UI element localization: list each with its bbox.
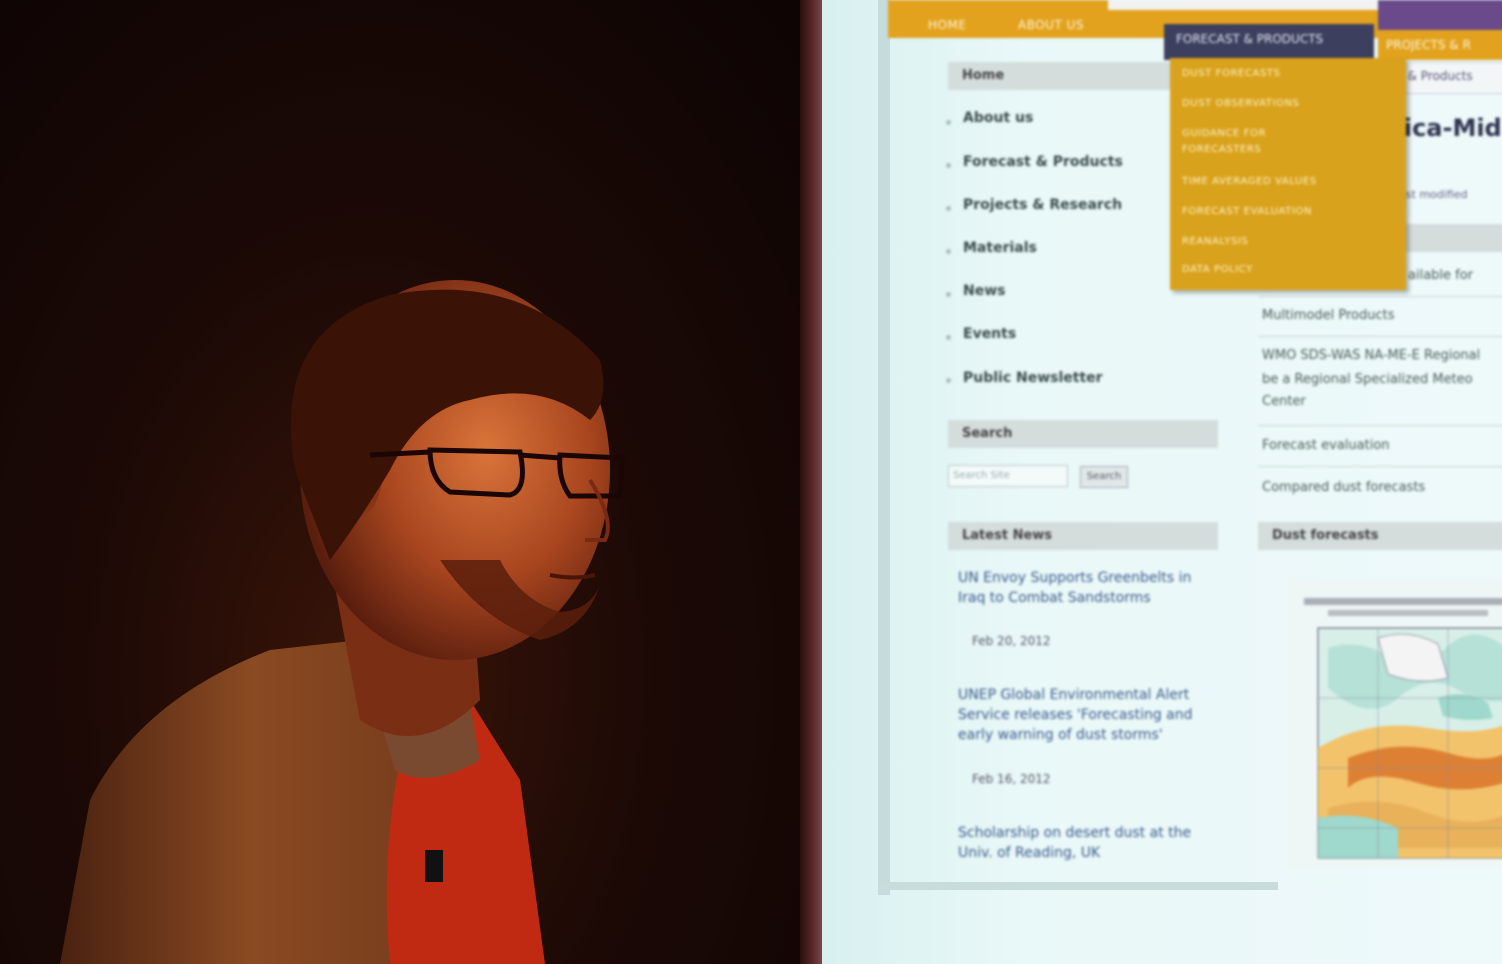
search-input[interactable]: Search Site xyxy=(948,465,1068,487)
forecast-products-dropdown: DUST FORECASTS DUST OBSERVATIONS GUIDANC… xyxy=(1170,58,1406,290)
menu-item-guidance[interactable]: GUIDANCE FOR xyxy=(1182,128,1266,139)
dust-forecasts-bar: Dust forecasts xyxy=(1258,522,1502,550)
multimodel-link[interactable]: Multimodel Products xyxy=(1262,308,1395,323)
bullet xyxy=(946,163,951,168)
news-link[interactable]: Scholarship on desert dust at the Univ. … xyxy=(958,823,1208,863)
bullet xyxy=(946,120,951,125)
nav-forecast-products[interactable]: FORECAST & PRODUCTS xyxy=(1164,24,1374,60)
nav-home[interactable]: HOME xyxy=(928,18,966,32)
divider xyxy=(1258,296,1502,297)
menu-item-dust-observations[interactable]: DUST OBSERVATIONS xyxy=(1182,98,1300,109)
menu-item-dust-forecasts[interactable]: DUST FORECASTS xyxy=(1182,68,1281,79)
sidebar-item-projects[interactable]: Projects & Research xyxy=(963,197,1122,213)
projected-website: HOME ABOUT US FORECAST & PRODUCTS PROJEC… xyxy=(888,0,1502,895)
header-banner xyxy=(1378,0,1502,30)
presenter xyxy=(60,280,625,964)
page-title: rica-Mid xyxy=(1392,114,1502,142)
sds-link[interactable]: WMO SDS-WAS NA-ME-E Regional xyxy=(1262,348,1480,363)
search-header: Search xyxy=(948,420,1218,448)
sidebar-item-forecast[interactable]: Forecast & Products xyxy=(963,154,1123,170)
sidebar-item-about[interactable]: About us xyxy=(963,110,1033,126)
compared-link[interactable]: Compared dust forecasts xyxy=(1262,480,1425,495)
divider xyxy=(1258,336,1502,337)
news-link[interactable]: UN Envoy Supports Greenbelts in Iraq to … xyxy=(958,568,1208,608)
sidebar-item-newsletter[interactable]: Public Newsletter xyxy=(963,370,1103,386)
photo: HOME ABOUT US FORECAST & PRODUCTS PROJEC… xyxy=(0,0,1502,964)
nav-about[interactable]: ABOUT US xyxy=(1018,18,1084,32)
projection-screen: HOME ABOUT US FORECAST & PRODUCTS PROJEC… xyxy=(818,0,1502,964)
sds-text: be a Regional Specialized Meteo xyxy=(1262,372,1473,387)
divider xyxy=(1258,466,1502,467)
latest-news-header: Latest News xyxy=(948,522,1218,550)
sidebar-item-events[interactable]: Events xyxy=(963,326,1016,342)
bullet xyxy=(946,378,951,383)
last-modified: last modified xyxy=(1396,188,1468,201)
menu-item-data-policy[interactable]: DATA POLICY xyxy=(1182,264,1253,275)
evaluation-link[interactable]: Forecast evaluation xyxy=(1262,438,1390,453)
available-text: ailable for xyxy=(1408,268,1474,283)
sidebar-item-materials[interactable]: Materials xyxy=(963,240,1037,256)
bullet xyxy=(946,249,951,254)
bullet xyxy=(946,206,951,211)
bullet xyxy=(946,335,951,340)
menu-item-forecast-evaluation[interactable]: FORECAST EVALUATION xyxy=(1182,206,1312,217)
news-date: Feb 20, 2012 xyxy=(972,634,1051,648)
dust-forecast-map[interactable] xyxy=(1288,578,1502,868)
menu-item-time-averaged[interactable]: TIME AVERAGED VALUES xyxy=(1182,176,1317,187)
sidebar-item-news[interactable]: News xyxy=(963,283,1005,299)
news-link[interactable]: UNEP Global Environmental Alert Service … xyxy=(958,685,1208,745)
menu-item-guidance-cont[interactable]: FORECASTERS xyxy=(1182,144,1261,155)
sds-text: Center xyxy=(1262,394,1306,409)
news-date: Feb 16, 2012 xyxy=(972,772,1051,786)
search-button[interactable]: Search xyxy=(1080,466,1128,488)
bullet xyxy=(946,292,951,297)
nav-projects[interactable]: PROJECTS & R xyxy=(1378,30,1502,60)
menu-item-reanalysis[interactable]: REANALYSIS xyxy=(1182,236,1248,247)
divider xyxy=(1258,425,1502,426)
